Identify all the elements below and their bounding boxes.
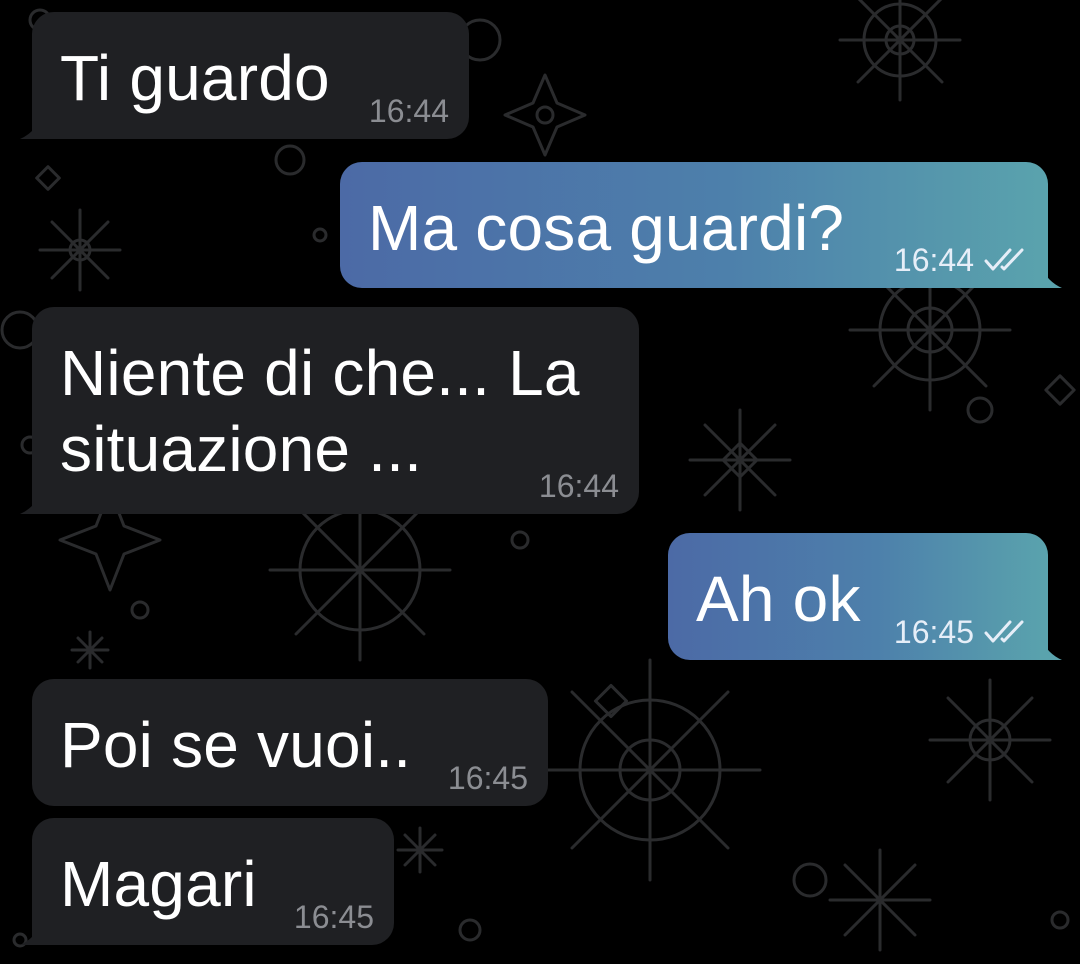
message-meta: 16:44 [369, 93, 449, 129]
message-bubble-incoming[interactable]: Magari 16:45 [20, 818, 394, 945]
message-meta: 16:45 [294, 899, 374, 935]
message-time: 16:44 [368, 93, 449, 129]
bubble-tail [20, 923, 42, 945]
message-bubble-outgoing[interactable]: Ma cosa guardi? 16:44 [340, 162, 1062, 288]
message-time: 16:44 [538, 468, 619, 504]
message-meta: 16:45 [894, 614, 1028, 650]
message-meta: 16:45 [448, 760, 528, 796]
double-check-icon [984, 248, 1024, 271]
bubble-tail [20, 492, 42, 514]
message-time: 16:45 [447, 760, 528, 796]
double-check-icon [984, 620, 1024, 643]
message-bubble-outgoing[interactable]: Ah ok 16:45 [668, 533, 1062, 660]
message-time: 16:44 [893, 242, 974, 278]
message-meta: 16:44 [894, 242, 1028, 278]
message-text: Niente di che... La situazione ... [60, 337, 580, 485]
bubble-tail [20, 117, 42, 139]
bubble-tail [1040, 266, 1062, 288]
message-bubble-incoming[interactable]: Niente di che... La situazione ... 16:44 [20, 307, 639, 514]
message-meta: 16:44 [539, 468, 619, 504]
message-bubble-incoming[interactable]: Poi se vuoi.. 16:45 [32, 679, 548, 806]
message-time: 16:45 [893, 614, 974, 650]
bubble-tail [1040, 638, 1062, 660]
message-bubble-incoming[interactable]: Ti guardo 16:44 [20, 12, 469, 139]
message-time: 16:45 [293, 899, 374, 935]
